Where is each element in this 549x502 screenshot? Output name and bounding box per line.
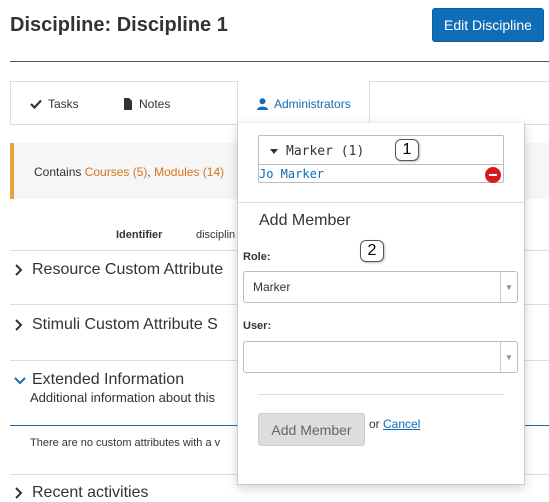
- role-group-divider: [258, 164, 504, 165]
- callout-2: 2: [360, 240, 384, 262]
- dropdown-arrow-icon: ▼: [500, 342, 517, 372]
- role-select[interactable]: Marker ▼: [243, 271, 518, 303]
- user-icon: [257, 98, 268, 110]
- add-member-heading: Add Member: [259, 212, 351, 229]
- section-resource-custom-attributes[interactable]: Resource Custom Attribute: [14, 261, 223, 279]
- identifier-label: Identifier: [116, 229, 163, 241]
- callout-1: 1: [395, 139, 419, 161]
- cancel-link[interactable]: Cancel: [383, 417, 420, 431]
- chevron-down-icon: [14, 376, 26, 385]
- modules-link[interactable]: Modules (14): [154, 165, 224, 179]
- edit-discipline-button[interactable]: Edit Discipline: [432, 8, 544, 42]
- popover-divider: [258, 394, 504, 395]
- chevron-right-icon: [14, 319, 26, 331]
- section-recent-activities[interactable]: Recent activities: [14, 484, 149, 502]
- role-select-value: Marker: [253, 280, 291, 294]
- dropdown-arrow-icon: ▼: [500, 272, 517, 302]
- check-icon: [30, 99, 42, 109]
- header-divider: [10, 61, 549, 62]
- user-select[interactable]: ▼: [243, 341, 518, 373]
- tab-tasks[interactable]: Tasks: [30, 97, 79, 111]
- remove-member-icon[interactable]: [485, 167, 501, 183]
- popover-divider: [238, 202, 524, 203]
- chevron-right-icon: [14, 487, 26, 499]
- or-text: or: [369, 417, 380, 431]
- document-icon: [123, 98, 133, 110]
- tab-administrators[interactable]: Administrators: [257, 97, 351, 111]
- section-extended-information[interactable]: Extended Information: [14, 371, 184, 389]
- role-group-label: Marker (1): [286, 144, 365, 159]
- section-stimuli-custom-attributes[interactable]: Stimuli Custom Attribute S: [14, 316, 218, 334]
- tab-administrators-label: Administrators: [274, 97, 351, 111]
- identifier-value: disciplin: [196, 229, 236, 241]
- contains-summary: Contains Courses (5), Modules (14): [34, 165, 225, 179]
- add-member-button[interactable]: Add Member: [258, 413, 365, 446]
- page-title: Discipline: Discipline 1: [10, 14, 228, 36]
- role-group-toggle[interactable]: Marker (1): [270, 144, 364, 159]
- user-label: User:: [243, 320, 272, 332]
- caret-down-icon: [270, 149, 278, 154]
- no-attributes-message: There are no custom attributes with a v: [30, 437, 221, 449]
- chevron-right-icon: [14, 264, 26, 276]
- tab-tasks-label: Tasks: [48, 97, 79, 111]
- tab-notes[interactable]: Notes: [123, 97, 170, 111]
- extended-information-description: Additional information about this: [30, 390, 216, 405]
- member-link[interactable]: Jo Marker: [259, 167, 324, 181]
- tab-notes-label: Notes: [139, 97, 171, 111]
- role-label: Role:: [243, 251, 271, 263]
- courses-link[interactable]: Courses (5): [85, 165, 148, 179]
